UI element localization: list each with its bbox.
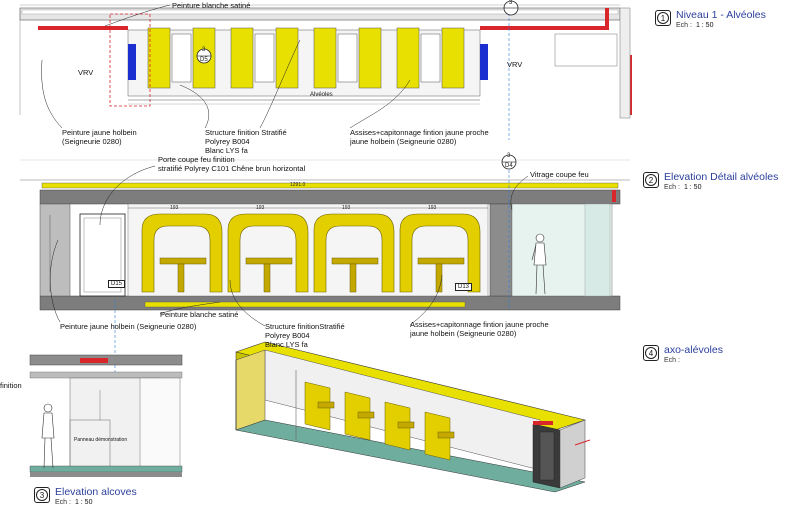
view-scale: Ech :1 : 50 xyxy=(676,22,714,29)
dim-booth-4: 193 xyxy=(428,205,437,211)
view-title-3: 3 Elevation alcoves Ech :1 : 50 xyxy=(34,487,137,507)
note-alveoles: Alvéoles xyxy=(310,92,333,98)
drawing-sheet xyxy=(19,0,632,493)
view-title-text: axo-alévoles xyxy=(664,344,723,356)
view-number-badge: 2 xyxy=(643,172,659,188)
note-peinture-blanche-elev: Peinture blanche satiné xyxy=(160,310,239,319)
dim-booth-2: 193 xyxy=(256,205,265,211)
tag-d13: D13 xyxy=(455,283,473,291)
note-panneau: Panneau démonstration xyxy=(74,437,128,443)
dim-booth-3: 193 xyxy=(342,205,351,211)
alcove-elevation-view xyxy=(29,354,183,477)
section-marker-d5-number: 3 xyxy=(202,47,206,53)
note-peinture-jaune-elev: Peinture jaune holbein (Seigneurie 0280) xyxy=(60,322,197,331)
note-structure-elev: Structure finitionStratifié Polyrey B004… xyxy=(265,322,345,349)
vrv-left-unit xyxy=(128,44,136,80)
view-scale: Ech : xyxy=(664,357,680,364)
note-porte-coupe-feu: Porte coupe feu finition stratifié Polyr… xyxy=(158,155,306,173)
note-finition: finition xyxy=(0,381,22,390)
section-marker-d4-number: 3 xyxy=(507,153,511,159)
note-structure-plan: Structure finition Stratifié Polyrey B00… xyxy=(205,128,287,155)
vrv-right-unit xyxy=(480,44,488,80)
axo-view xyxy=(234,341,591,493)
human-figure-alcove xyxy=(41,403,55,469)
section-marker-top: 3 xyxy=(509,0,513,6)
note-vrv-left: VRV xyxy=(78,68,94,77)
view-title-text: Elevation Détail alvéoles xyxy=(664,171,779,183)
note-assises-elev: Assises+capitonnage fintion jaune proche… xyxy=(410,320,549,338)
dim-total: 1291.0 xyxy=(290,182,306,188)
view-number-badge: 1 xyxy=(655,10,671,26)
view-title-2: 2 Elevation Détail alvéoles Ech :1 : 50 xyxy=(643,172,778,192)
view-number-badge: 3 xyxy=(34,487,50,503)
note-peinture-jaune-plan: Peinture jaune holbein (Seigneurie 0280) xyxy=(62,128,137,146)
tag-d15: D15 xyxy=(108,280,126,288)
note-assises-plan: Assises+capitonnage fintion jaune proche… xyxy=(350,128,489,146)
view-scale: Ech :1 : 50 xyxy=(55,499,93,506)
view-title-1: 1 Niveau 1 - Alvéoles Ech :1 : 50 xyxy=(655,10,766,30)
view-number-badge: 4 xyxy=(643,345,659,361)
dim-booth-1: 193 xyxy=(170,205,179,211)
view-title-text: Elevation alcoves xyxy=(55,486,137,498)
note-vitrage: Vitrage coupe feu xyxy=(530,170,589,179)
view-title-text: Niveau 1 - Alvéoles xyxy=(676,9,766,21)
view-title-4: 4 axo-alévoles Ech : xyxy=(643,345,723,365)
section-marker-d5: D5 xyxy=(200,57,208,63)
note-vrv-right: VRV xyxy=(507,60,523,69)
view-scale: Ech :1 : 50 xyxy=(664,184,702,191)
note-peinture-blanche-plan: Peinture blanche satiné xyxy=(172,1,251,10)
plan-view xyxy=(19,0,632,140)
section-marker-d4: D4 xyxy=(505,163,513,169)
